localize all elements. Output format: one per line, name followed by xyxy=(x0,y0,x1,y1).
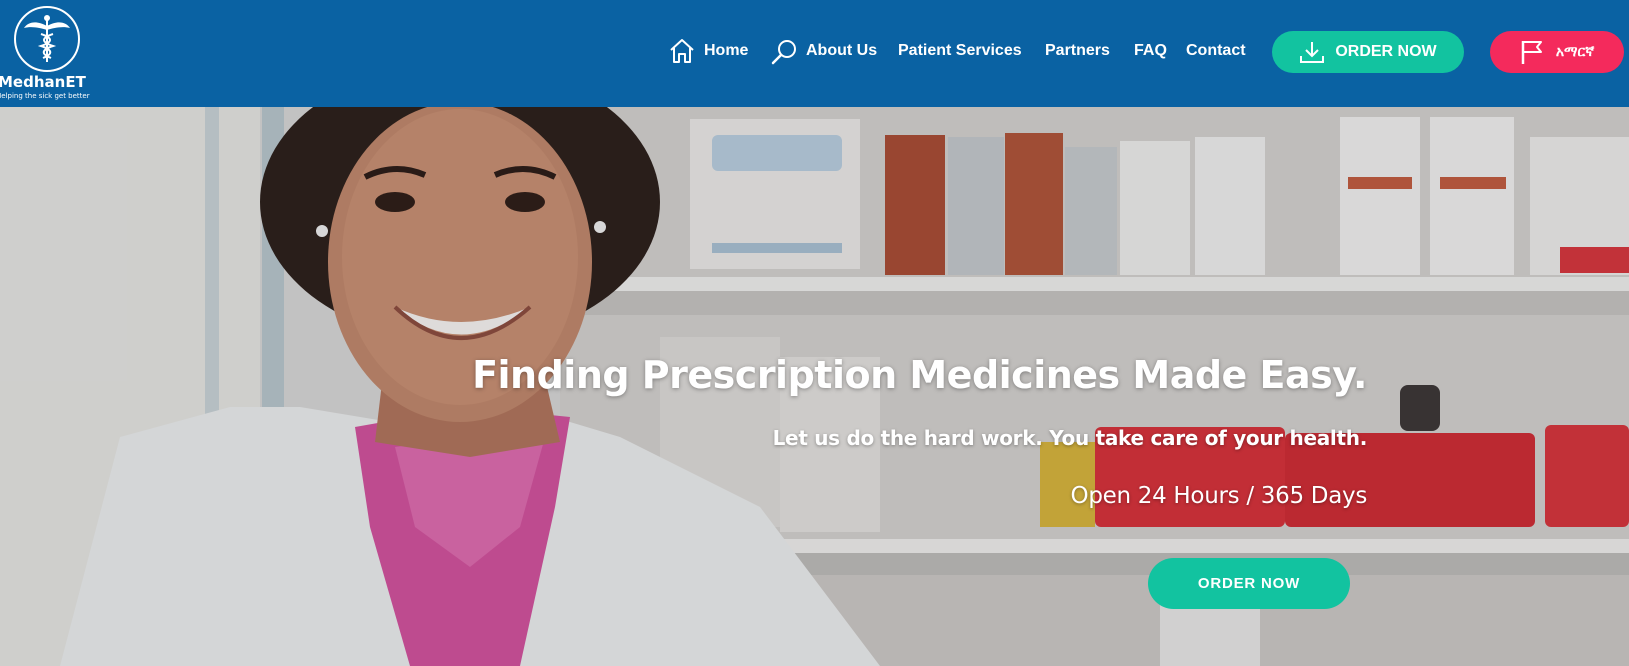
nav-patient-services[interactable]: Patient Services xyxy=(898,36,1022,66)
language-toggle-button[interactable]: አማርኛ xyxy=(1490,31,1624,73)
hero-subtitle: Let us do the hard work. You take care o… xyxy=(772,426,1368,450)
site-header: MedhanET Helping the sick get better Hom… xyxy=(0,0,1629,107)
nav-patient-services-label: Patient Services xyxy=(898,42,1022,59)
nav-partners[interactable]: Partners xyxy=(1045,36,1110,66)
download-icon xyxy=(1299,40,1325,64)
home-icon xyxy=(668,38,696,64)
hero-title: Finding Prescription Medicines Made Easy… xyxy=(472,353,1367,397)
nav-partners-label: Partners xyxy=(1045,42,1110,59)
nav-contact[interactable]: Contact xyxy=(1186,36,1246,66)
brand-logo[interactable]: MedhanET Helping the sick get better xyxy=(0,2,110,102)
brand-name: MedhanET xyxy=(0,73,86,91)
brand-tagline: Helping the sick get better xyxy=(0,92,90,100)
nav-faq-label: FAQ xyxy=(1134,42,1167,59)
nav-home[interactable]: Home xyxy=(668,36,748,66)
language-label: አማርኛ xyxy=(1555,44,1595,60)
hero-order-now-button[interactable]: ORDER NOW xyxy=(1148,558,1350,609)
flag-icon xyxy=(1520,39,1544,65)
hero-hours: Open 24 Hours / 365 Days xyxy=(1070,483,1368,509)
nav-about-us[interactable]: About Us xyxy=(770,36,877,66)
nav-home-label: Home xyxy=(704,42,749,59)
caduceus-icon xyxy=(14,6,80,72)
hero-section: Finding Prescription Medicines Made Easy… xyxy=(0,107,1629,666)
order-now-label: ORDER NOW xyxy=(1335,43,1437,60)
nav-about-label: About Us xyxy=(806,42,878,59)
nav-contact-label: Contact xyxy=(1186,42,1246,59)
order-now-button[interactable]: ORDER NOW xyxy=(1272,31,1464,73)
search-icon xyxy=(770,38,798,65)
nav-faq[interactable]: FAQ xyxy=(1134,36,1167,66)
